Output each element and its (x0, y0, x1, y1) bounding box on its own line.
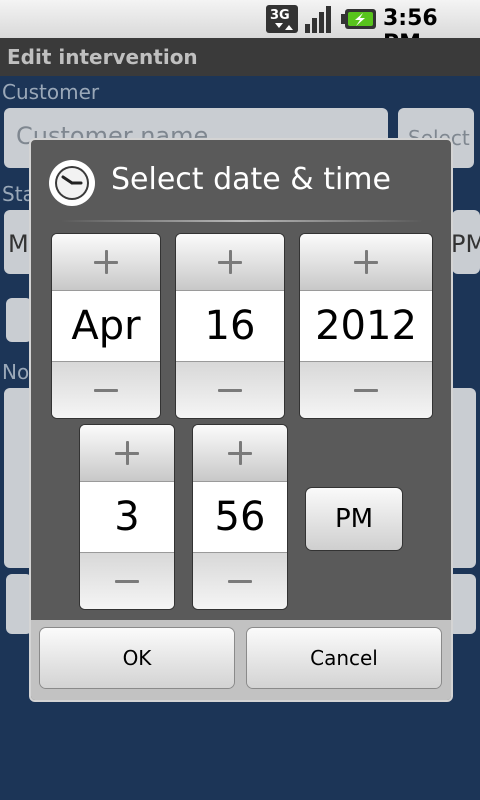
end-date-value: PM (451, 230, 480, 258)
clock-icon (49, 160, 95, 206)
plus-icon (218, 250, 242, 274)
minus-icon (94, 378, 118, 402)
date-time-dialog: Select date & time Apr 16 2012 3 56 PM O… (29, 138, 453, 702)
year-increment-button[interactable] (300, 234, 432, 291)
month-value[interactable]: Apr (52, 291, 160, 361)
minute-picker: 56 (193, 425, 287, 609)
hour-picker: 3 (80, 425, 174, 609)
year-decrement-button[interactable] (300, 361, 432, 418)
svg-text:3G: 3G (270, 8, 290, 23)
hour-increment-button[interactable] (80, 425, 174, 482)
customer-label: Customer (2, 80, 100, 104)
status-bar: 3G 3:56 PM (0, 0, 480, 56)
minute-value[interactable]: 56 (193, 482, 287, 552)
dialog-title: Select date & time (111, 162, 391, 197)
battery-charging-icon (341, 9, 376, 29)
minus-icon (115, 569, 139, 593)
plus-icon (228, 441, 252, 465)
dialog-button-bar: OK Cancel (31, 620, 451, 700)
minute-decrement-button[interactable] (193, 552, 287, 609)
plus-icon (94, 250, 118, 274)
plus-icon (115, 441, 139, 465)
signal-icon (305, 6, 331, 33)
month-decrement-button[interactable] (52, 361, 160, 418)
year-value[interactable]: 2012 (300, 291, 432, 361)
minus-icon (218, 378, 242, 402)
day-picker: 16 (176, 234, 284, 418)
minus-icon (228, 569, 252, 593)
app-title-bar: Edit intervention (0, 38, 480, 76)
am-pm-toggle-button[interactable]: PM (306, 488, 402, 550)
plus-icon (354, 250, 378, 274)
cancel-button[interactable]: Cancel (247, 628, 441, 688)
year-picker: 2012 (300, 234, 432, 418)
minus-icon (354, 378, 378, 402)
month-increment-button[interactable] (52, 234, 160, 291)
hour-decrement-button[interactable] (80, 552, 174, 609)
month-picker: Apr (52, 234, 160, 418)
day-increment-button[interactable] (176, 234, 284, 291)
title-divider (61, 220, 423, 222)
day-decrement-button[interactable] (176, 361, 284, 418)
day-value[interactable]: 16 (176, 291, 284, 361)
minute-increment-button[interactable] (193, 425, 287, 482)
3g-icon: 3G (266, 5, 298, 33)
hour-value[interactable]: 3 (80, 482, 174, 552)
notes-label: No (2, 360, 30, 384)
ok-button[interactable]: OK (40, 628, 234, 688)
